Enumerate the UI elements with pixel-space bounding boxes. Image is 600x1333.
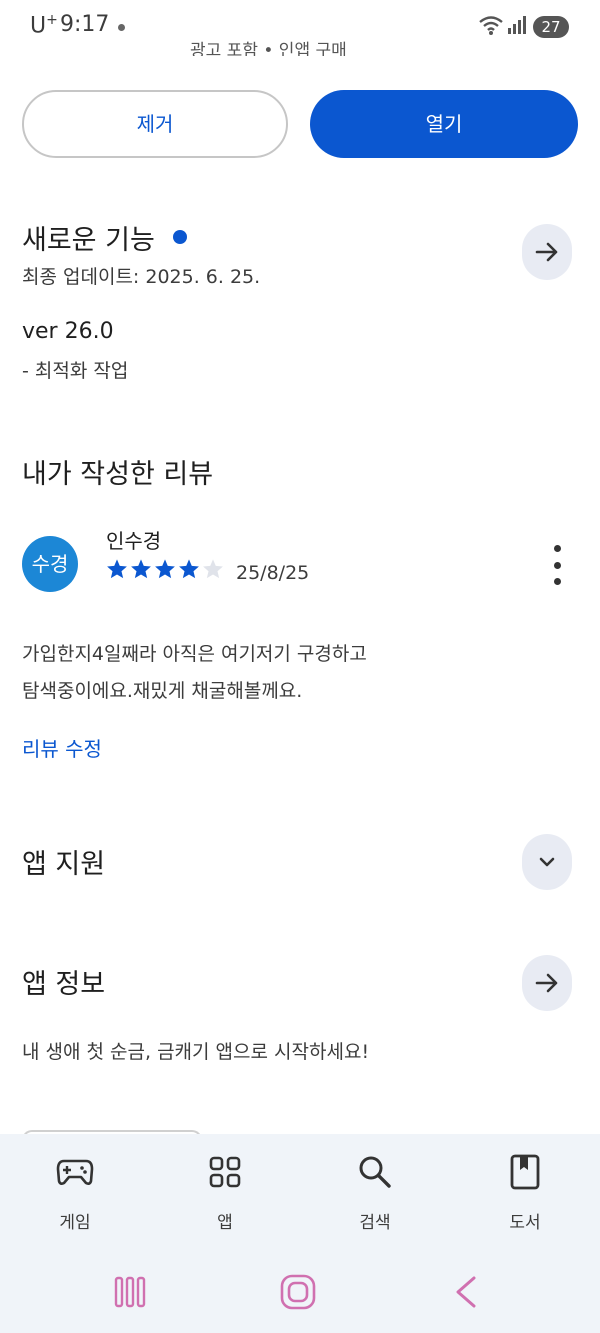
nav-item-search[interactable]: 검색 [325, 1150, 425, 1233]
battery-badge: 27 [533, 16, 569, 38]
carrier-label: U+ [30, 12, 58, 39]
last-updated: 최종 업데이트: 2025. 6. 25. [22, 266, 261, 288]
search-icon [359, 1156, 391, 1188]
chevron-down-icon [539, 857, 555, 867]
nav-label-apps: 앱 [217, 1213, 233, 1233]
avatar: 수경 [22, 536, 78, 592]
nav-label-search: 검색 [359, 1213, 391, 1233]
review-text: 가입한지4일째라 아직은 여기저기 구경하고 탐색중이에요.재밌게 채굴해볼께요… [22, 643, 367, 702]
version-label: ver 26.0 [22, 319, 114, 344]
app-support-title: 앱 지원 [22, 849, 106, 880]
gamepad-icon [56, 1159, 94, 1185]
arrow-right-icon [535, 973, 558, 993]
open-button[interactable]: 열기 [310, 90, 578, 158]
recent-apps-icon[interactable] [114, 1274, 146, 1310]
whats-new-title: 새로운 기능 [22, 225, 155, 256]
review-date: 25/8/25 [236, 562, 310, 584]
app-info-title: 앱 정보 [22, 969, 106, 1000]
nav-item-games[interactable]: 게임 [25, 1150, 125, 1233]
wifi-icon [479, 16, 503, 35]
star-filled-icon [107, 559, 127, 579]
star-filled-icon [155, 559, 175, 579]
star-empty-icon [203, 559, 223, 579]
arrow-right-icon [535, 242, 558, 262]
nav-label-books: 도서 [509, 1213, 541, 1233]
reviewer-name: 인수경 [106, 529, 162, 553]
changelog-text: - 최적화 작업 [22, 360, 129, 382]
app-info-arrow-button[interactable] [522, 955, 572, 1011]
signal-icon [508, 16, 526, 34]
edit-review-link[interactable]: 리뷰 수정 [22, 733, 102, 762]
rating-stars [106, 558, 224, 580]
star-filled-icon [131, 559, 151, 579]
nav-label-games: 게임 [59, 1213, 91, 1233]
book-icon [510, 1154, 540, 1190]
star-filled-icon [179, 559, 199, 579]
whats-new-arrow-button[interactable] [522, 224, 572, 280]
status-time: 9:17 [60, 12, 110, 37]
app-meta-partial: 광고 포함 • 인앱 구매 [190, 41, 347, 56]
more-options-icon[interactable] [546, 545, 568, 585]
apps-grid-icon [209, 1156, 241, 1188]
home-icon[interactable] [280, 1274, 316, 1310]
remove-button[interactable]: 제거 [22, 90, 288, 158]
nav-item-apps[interactable]: 앱 [175, 1150, 275, 1233]
my-review-title: 내가 작성한 리뷰 [22, 459, 214, 490]
app-support-expand-button[interactable] [522, 834, 572, 890]
nav-item-books[interactable]: 도서 [475, 1150, 575, 1233]
back-icon[interactable] [452, 1274, 482, 1310]
notification-dot-icon [118, 24, 125, 31]
app-description: 내 생애 첫 순금, 금캐기 앱으로 시작하세요! [22, 1041, 370, 1063]
new-indicator-dot [173, 230, 187, 244]
